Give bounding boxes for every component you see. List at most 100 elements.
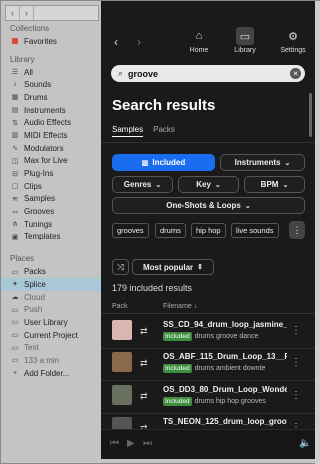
table-row[interactable]: ⇄ OS_ABF_115_Drum_Loop_13__Full Included dr… [101, 349, 315, 381]
tag-live-sounds[interactable]: live sounds [231, 223, 279, 238]
forward-button[interactable]: › [20, 6, 34, 20]
genres-filter-button[interactable]: Genres ⌄ [112, 176, 173, 193]
sidebar-item-samples[interactable]: ≋ Samples [1, 193, 101, 206]
sidebar-item-templates[interactable]: ▣ Templates [1, 231, 101, 244]
template-icon: ▣ [11, 233, 19, 241]
sidebar-item-current-project[interactable]: ▭ Current Project [1, 329, 101, 342]
clear-search-icon[interactable]: ✕ [290, 68, 301, 79]
chevron-down-icon: ⌄ [284, 159, 291, 167]
collections-title: Collections [10, 24, 50, 33]
sidebar-item-push[interactable]: ▭ Push [1, 303, 101, 316]
col-pack-header: Pack [112, 303, 128, 310]
sidebar-item-instruments[interactable]: ▤ Instruments [1, 104, 101, 117]
sample-tags: drums groove dance [194, 333, 259, 340]
subtab-packs[interactable]: Packs [153, 125, 175, 137]
add-folder-button[interactable]: + Add Folder... [1, 367, 101, 380]
sidebar-item-133-a-min[interactable]: ▭ 133 a min [1, 354, 101, 367]
chevron-down-icon: ⌄ [214, 181, 221, 189]
splice-panel: ‹ › ⌂ Home ▭ Library ⚙ Settings ⌕ groove… [101, 1, 315, 459]
sidebar-item-max-for-live[interactable]: ◫ Max for Live [1, 155, 101, 168]
sample-meta: Included drums groove dance [163, 332, 287, 341]
skip-back-icon[interactable]: ⏮ [110, 438, 119, 449]
browser-window: ‹ › Collections Favorites Library ☰ All ♪… [0, 0, 320, 464]
tag-drums[interactable]: drums [155, 223, 186, 238]
subtab-samples[interactable]: Samples [112, 125, 144, 137]
gear-icon: ⚙ [288, 30, 298, 43]
sample-filename: SS_CD_94_drum_loop_jasmine_key [163, 320, 287, 329]
tag-hip-hop[interactable]: hip hop [191, 223, 226, 238]
sidebar-item-packs[interactable]: ▭ Packs [1, 265, 101, 278]
divider [101, 142, 315, 143]
forward-arrow-icon[interactable]: › [137, 35, 141, 49]
volume-icon[interactable]: 🔈 [299, 438, 311, 449]
sidebar: Collections Favorites Library ☰ All ♪ Soun… [1, 21, 101, 464]
sidebar-item-tunings[interactable]: ⋔ Tunings [1, 218, 101, 231]
sample-filename: OS_ABF_115_Drum_Loop_13__Full [163, 352, 287, 361]
clip-icon: ▢ [11, 183, 19, 191]
sidebar-item-grooves[interactable]: ∾ Grooves [1, 205, 101, 218]
bpm-filter-button[interactable]: BPM ⌄ [244, 176, 305, 193]
included-badge: Included [163, 397, 192, 406]
included-filter-button[interactable]: ▥ Included [112, 154, 215, 171]
key-filter-button[interactable]: Key ⌄ [178, 176, 239, 193]
row-menu-icon[interactable]: ⋮ [291, 390, 301, 401]
pack-thumbnail[interactable] [112, 352, 132, 372]
shuffle-button[interactable]: ⤨ [112, 259, 129, 275]
oneshots-loops-filter-button[interactable]: One-Shots & Loops ⌄ [112, 197, 305, 214]
search-input[interactable]: ⌕ groove ✕ [111, 65, 305, 82]
row-menu-icon[interactable]: ⋮ [291, 325, 301, 336]
sidebar-item-splice[interactable]: ✦ Splice [1, 278, 101, 291]
tab-settings[interactable]: ⚙ Settings [275, 27, 311, 59]
loop-icon: ⇄ [140, 326, 148, 336]
sidebar-item-modulators[interactable]: ∿ Modulators [1, 142, 101, 155]
sample-filename: TS_NEON_125_drum_loop_groove [163, 417, 287, 426]
sidebar-item-midi-effects[interactable]: ▥ MIDI Effects [1, 129, 101, 142]
tab-home[interactable]: ⌂ Home [181, 27, 217, 59]
back-button[interactable]: ‹ [6, 6, 20, 20]
pack-thumbnail[interactable] [112, 320, 132, 340]
splice-icon: ✦ [12, 281, 18, 289]
bars-icon: ▥ [141, 159, 149, 167]
sort-arrow-icon: ↓ [193, 303, 198, 310]
sidebar-item-audio-effects[interactable]: ⇅ Audio Effects [1, 116, 101, 129]
sidebar-item-favorites[interactable]: Favorites [1, 35, 101, 48]
more-tags-icon[interactable]: ⋮ [289, 221, 305, 239]
sidebar-item-test[interactable]: ▭ Test [1, 341, 101, 354]
sidebar-item-plug-ins[interactable]: ⊟ Plug-Ins [1, 167, 101, 180]
cloud-icon: ☁ [11, 294, 19, 302]
sidebar-item-drums[interactable]: ▦ Drums [1, 91, 101, 104]
header-divider [101, 313, 315, 314]
row-divider [101, 380, 315, 381]
updown-icon: ⇕ [197, 264, 204, 271]
library-title: Library [10, 54, 35, 64]
included-badge: Included [163, 364, 192, 373]
sidebar-item-all[interactable]: ☰ All [1, 66, 101, 79]
table-row[interactable]: ⇄ OS_DD3_80_Drum_Loop_Wonder Included drums… [101, 382, 315, 414]
panel-scrollbar[interactable] [309, 93, 312, 137]
search-icon: ⌕ [118, 68, 124, 78]
tab-library[interactable]: ▭ Library [227, 27, 263, 59]
sidebar-item-sounds[interactable]: ♪ Sounds [1, 78, 101, 91]
skip-forward-icon[interactable]: ⏭ [143, 438, 152, 449]
sample-tags: drums ambient downte [194, 365, 266, 372]
tag-grooves[interactable]: grooves [112, 223, 149, 238]
window-scrollbar[interactable] [315, 1, 320, 464]
results-subtabs: Samples Packs [112, 125, 185, 137]
chevron-down-icon: ⌄ [282, 181, 289, 189]
sounds-icon: ♪ [13, 81, 17, 89]
sidebar-item-user-library[interactable]: ▭ User Library [1, 316, 101, 329]
sidebar-item-cloud[interactable]: ☁ Cloud [1, 291, 101, 304]
play-icon[interactable]: ▶ [127, 438, 135, 449]
chevron-down-icon: ⌄ [155, 181, 162, 189]
sample-meta: Included drums hip hop grooves [163, 397, 287, 406]
pack-thumbnail[interactable] [112, 385, 132, 405]
sort-select[interactable]: Most popular ⇕ [132, 259, 214, 275]
instruments-filter-button[interactable]: Instruments ⌄ [220, 154, 305, 171]
table-row[interactable]: ⇄ SS_CD_94_drum_loop_jasmine_key Includedd… [101, 317, 315, 349]
sample-filename: OS_DD3_80_Drum_Loop_Wonder [163, 385, 287, 394]
drums-icon: ▦ [11, 94, 19, 102]
col-filename-header[interactable]: Filename ↓ [163, 303, 197, 310]
row-menu-icon[interactable]: ⋮ [291, 357, 301, 368]
back-arrow-icon[interactable]: ‹ [114, 35, 118, 49]
sidebar-item-clips[interactable]: ▢ Clips [1, 180, 101, 193]
